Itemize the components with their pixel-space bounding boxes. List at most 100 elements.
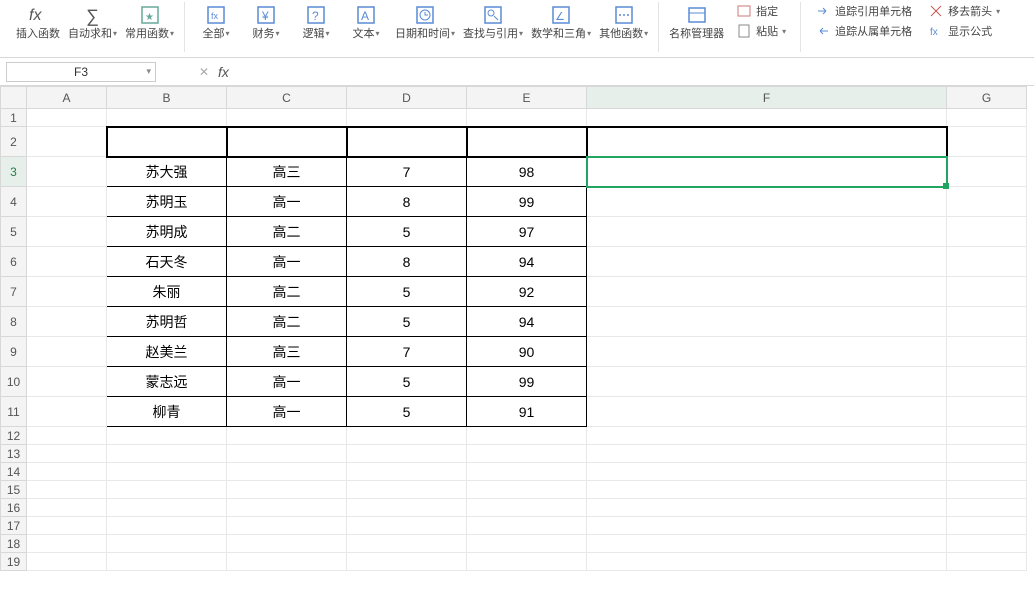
trace-dependents-button[interactable]: 追踪从属单元格 — [811, 22, 916, 40]
cell-C5[interactable]: 高二 — [227, 217, 347, 247]
cell-D15[interactable] — [347, 481, 467, 499]
math-trig-button[interactable]: ∠ 数学和三角▾ — [527, 2, 595, 42]
cell-G18[interactable] — [947, 535, 1027, 553]
cell-B11[interactable]: 柳青 — [107, 397, 227, 427]
cell-D7[interactable]: 5 — [347, 277, 467, 307]
cell-G1[interactable] — [947, 109, 1027, 127]
cell-F17[interactable] — [587, 517, 947, 535]
cell-E12[interactable] — [467, 427, 587, 445]
cell-E3[interactable]: 98 — [467, 157, 587, 187]
cell-C15[interactable] — [227, 481, 347, 499]
cell-D13[interactable] — [347, 445, 467, 463]
cell-C1[interactable] — [227, 109, 347, 127]
cell-B8[interactable]: 苏明哲 — [107, 307, 227, 337]
cell-C8[interactable]: 高二 — [227, 307, 347, 337]
cell-E15[interactable] — [467, 481, 587, 499]
cell-F5[interactable] — [587, 217, 947, 247]
cell-G13[interactable] — [947, 445, 1027, 463]
cell-A17[interactable] — [27, 517, 107, 535]
formula-input[interactable] — [235, 62, 935, 82]
financial-button[interactable]: ¥ 财务▾ — [241, 2, 291, 42]
col-header-D[interactable]: D — [347, 87, 467, 109]
cell-E4[interactable]: 99 — [467, 187, 587, 217]
cell-B17[interactable] — [107, 517, 227, 535]
cell-E7[interactable]: 92 — [467, 277, 587, 307]
cell-A3[interactable] — [27, 157, 107, 187]
cell-C12[interactable] — [227, 427, 347, 445]
cell-D2[interactable]: 班级 — [347, 127, 467, 157]
spreadsheet-grid[interactable]: A B C D E F G 12名字年级班级分数高一年级5班学生的平均成绩3苏大… — [0, 86, 1034, 614]
row-header-10[interactable]: 10 — [1, 367, 27, 397]
row-header-15[interactable]: 15 — [1, 481, 27, 499]
name-box[interactable]: F3 ▾ — [6, 62, 156, 82]
cell-B19[interactable] — [107, 553, 227, 571]
cell-E13[interactable] — [467, 445, 587, 463]
col-header-F[interactable]: F — [587, 87, 947, 109]
insert-function-button[interactable]: fx 插入函数 — [12, 2, 64, 42]
cancel-icon[interactable]: ✕ — [196, 64, 212, 80]
cell-A18[interactable] — [27, 535, 107, 553]
cell-E18[interactable] — [467, 535, 587, 553]
row-header-17[interactable]: 17 — [1, 517, 27, 535]
cell-F18[interactable] — [587, 535, 947, 553]
cell-E6[interactable]: 94 — [467, 247, 587, 277]
cell-D19[interactable] — [347, 553, 467, 571]
cell-D9[interactable]: 7 — [347, 337, 467, 367]
row-header-5[interactable]: 5 — [1, 217, 27, 247]
cell-G7[interactable] — [947, 277, 1027, 307]
remove-arrows-button[interactable]: 移去箭头▾ — [924, 2, 1004, 20]
cell-E19[interactable] — [467, 553, 587, 571]
text-functions-button[interactable]: A 文本▾ — [341, 2, 391, 42]
cell-D1[interactable] — [347, 109, 467, 127]
cell-G12[interactable] — [947, 427, 1027, 445]
cell-C17[interactable] — [227, 517, 347, 535]
col-header-G[interactable]: G — [947, 87, 1027, 109]
cell-B6[interactable]: 石天冬 — [107, 247, 227, 277]
cell-F3[interactable] — [587, 157, 947, 187]
cell-E16[interactable] — [467, 499, 587, 517]
cell-F13[interactable] — [587, 445, 947, 463]
autosum-button[interactable]: ∑ 自动求和▾ — [64, 2, 121, 42]
cell-A8[interactable] — [27, 307, 107, 337]
cell-E11[interactable]: 91 — [467, 397, 587, 427]
cell-C4[interactable]: 高一 — [227, 187, 347, 217]
cell-G3[interactable] — [947, 157, 1027, 187]
cell-C14[interactable] — [227, 463, 347, 481]
common-functions-button[interactable]: ★ 常用函数▾ — [121, 2, 178, 42]
row-header-12[interactable]: 12 — [1, 427, 27, 445]
cell-A13[interactable] — [27, 445, 107, 463]
cell-F6[interactable] — [587, 247, 947, 277]
cell-G9[interactable] — [947, 337, 1027, 367]
cell-D3[interactable]: 7 — [347, 157, 467, 187]
cell-C13[interactable] — [227, 445, 347, 463]
cell-C6[interactable]: 高一 — [227, 247, 347, 277]
cell-F15[interactable] — [587, 481, 947, 499]
cell-D10[interactable]: 5 — [347, 367, 467, 397]
select-all-corner[interactable] — [1, 87, 27, 109]
cell-A6[interactable] — [27, 247, 107, 277]
cell-E8[interactable]: 94 — [467, 307, 587, 337]
cell-B3[interactable]: 苏大强 — [107, 157, 227, 187]
row-header-1[interactable]: 1 — [1, 109, 27, 127]
cell-F9[interactable] — [587, 337, 947, 367]
cell-B2[interactable]: 名字 — [107, 127, 227, 157]
logical-button[interactable]: ? 逻辑▾ — [291, 2, 341, 42]
cell-D12[interactable] — [347, 427, 467, 445]
cell-A4[interactable] — [27, 187, 107, 217]
cell-A15[interactable] — [27, 481, 107, 499]
cell-E10[interactable]: 99 — [467, 367, 587, 397]
cell-E14[interactable] — [467, 463, 587, 481]
assign-button[interactable]: 指定 — [732, 2, 790, 20]
cell-D17[interactable] — [347, 517, 467, 535]
cell-C7[interactable]: 高二 — [227, 277, 347, 307]
cell-F1[interactable] — [587, 109, 947, 127]
row-header-2[interactable]: 2 — [1, 127, 27, 157]
row-header-13[interactable]: 13 — [1, 445, 27, 463]
cell-F19[interactable] — [587, 553, 947, 571]
cell-G11[interactable] — [947, 397, 1027, 427]
cell-G16[interactable] — [947, 499, 1027, 517]
cell-B10[interactable]: 蒙志远 — [107, 367, 227, 397]
cell-C3[interactable]: 高三 — [227, 157, 347, 187]
cell-D8[interactable]: 5 — [347, 307, 467, 337]
cell-C10[interactable]: 高一 — [227, 367, 347, 397]
